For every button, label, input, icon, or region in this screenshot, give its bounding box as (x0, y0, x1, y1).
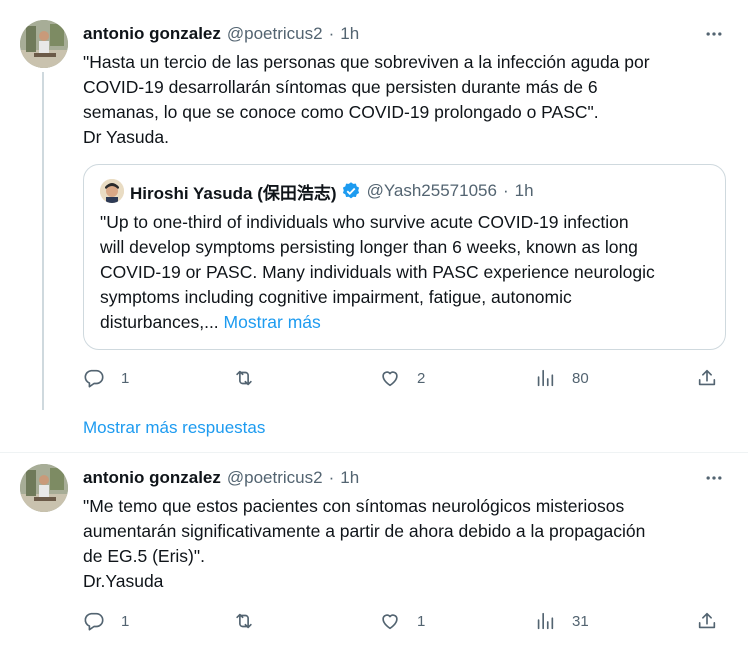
timestamp[interactable]: 1h (515, 181, 534, 201)
text-line: semanas, lo que se conoce como COVID-19 … (83, 102, 599, 122)
like-button[interactable]: 2 (379, 366, 425, 390)
views-count: 80 (572, 369, 589, 387)
author-name[interactable]: antonio gonzalez (83, 24, 221, 44)
like-button[interactable]: 1 (379, 609, 425, 633)
reply-button[interactable]: 1 (83, 366, 129, 390)
separator: · (328, 468, 335, 487)
tweet[interactable]: antonio gonzalez @poetricus2 · 1h "Hasta… (0, 0, 748, 410)
text-line: de EG.5 (Eris)". (83, 546, 205, 566)
timestamp[interactable]: 1h (340, 468, 359, 488)
share-button[interactable] (696, 366, 718, 390)
text-line: disturbances,... Mostrar más (100, 310, 720, 335)
quoted-tweet[interactable]: Hiroshi Yasuda (保田浩志) @Yash25571056 · 1h… (83, 164, 726, 350)
views-button[interactable]: 80 (534, 366, 589, 390)
like-count: 2 (417, 369, 426, 387)
show-more-replies-link[interactable]: Mostrar más respuestas (83, 418, 265, 438)
views-count: 31 (572, 612, 589, 630)
views-icon (537, 369, 554, 387)
separator: · (328, 24, 335, 43)
author-handle[interactable]: @poetricus2 (227, 468, 323, 488)
text-line: Dr.Yasuda (83, 571, 164, 591)
tweet-text: "Hasta un tercio de las personas que sob… (83, 50, 723, 150)
reply-icon (84, 612, 104, 631)
more-options-button[interactable] (702, 22, 726, 46)
share-icon (698, 612, 716, 629)
retweet-icon (236, 613, 252, 629)
tweet-text: "Me temo que estos pacientes con síntoma… (83, 494, 723, 594)
author-handle[interactable]: @poetricus2 (227, 24, 323, 44)
more-options-button[interactable] (702, 466, 726, 490)
author-name[interactable]: Hiroshi Yasuda (保田浩志) (130, 179, 337, 204)
tweet-actions: 1 1 31 (83, 609, 723, 633)
more-icon (706, 32, 722, 36)
tweet-header: antonio gonzalez @poetricus2 · 1h (83, 22, 359, 46)
reply-count: 1 (121, 369, 130, 387)
avatar[interactable] (20, 20, 68, 68)
text-line: aumentarán significativamente a partir d… (83, 521, 646, 541)
tweet[interactable]: antonio gonzalez @poetricus2 · 1h "Me te… (0, 452, 748, 654)
retweet-icon (236, 370, 252, 386)
text-line: Dr Yasuda. (83, 127, 169, 147)
verified-icon (341, 181, 361, 201)
retweet-button[interactable] (233, 609, 271, 633)
views-icon (537, 612, 554, 630)
reply-count: 1 (121, 612, 130, 630)
thread-line (42, 72, 44, 410)
text-line: "Up to one-third of individuals who surv… (100, 212, 629, 232)
author-name[interactable]: antonio gonzalez (83, 468, 221, 488)
author-handle[interactable]: @Yash25571056 (367, 181, 497, 201)
timestamp[interactable]: 1h (340, 24, 359, 44)
reply-button[interactable]: 1 (83, 609, 129, 633)
text-line: "Hasta un tercio de las personas que sob… (83, 52, 650, 72)
separator: · (502, 181, 509, 200)
like-count: 1 (417, 612, 426, 630)
views-button[interactable]: 31 (534, 609, 589, 633)
retweet-button[interactable] (233, 366, 271, 390)
text-line: "Me temo que estos pacientes con síntoma… (83, 496, 625, 516)
text-line: symptoms including cognitive impairment,… (100, 287, 572, 307)
reply-icon (84, 369, 104, 388)
quoted-tweet-header: Hiroshi Yasuda (保田浩志) @Yash25571056 · 1h (100, 179, 534, 203)
last-line-text: disturbances,... (100, 312, 219, 332)
quoted-tweet-text: "Up to one-third of individuals who surv… (100, 210, 720, 335)
avatar[interactable] (20, 464, 68, 512)
share-button[interactable] (696, 609, 718, 633)
like-icon (382, 614, 398, 630)
text-line: COVID-19 or PASC. Many individuals with … (100, 262, 655, 282)
tweet-header: antonio gonzalez @poetricus2 · 1h (83, 466, 359, 490)
text-line: will develop symptoms persisting longer … (100, 237, 638, 257)
avatar[interactable] (100, 179, 124, 203)
text-line: COVID-19 desarrollarán síntomas que pers… (83, 77, 598, 97)
like-icon (382, 371, 398, 387)
tweet-actions: 1 2 80 (83, 366, 723, 390)
more-icon (706, 476, 722, 480)
show-more-link[interactable]: Mostrar más (224, 312, 321, 332)
share-icon (698, 369, 716, 386)
